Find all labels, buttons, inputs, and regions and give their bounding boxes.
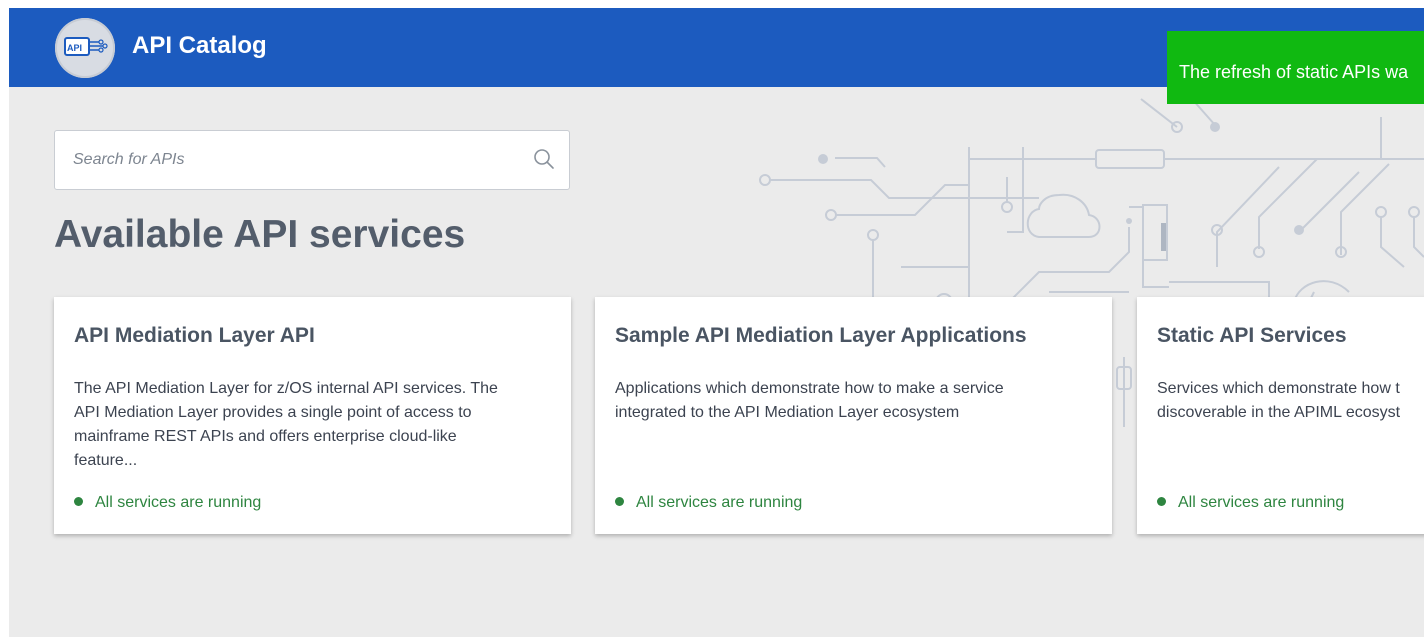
page-title: Available API services (54, 213, 466, 256)
service-card-api-mediation-layer[interactable]: API Mediation Layer API The API Mediatio… (54, 297, 571, 534)
search-icon[interactable] (533, 148, 555, 170)
status-dot-icon (615, 497, 624, 506)
status-text: All services are running (1178, 494, 1345, 511)
card-description-line: integrated to the API Mediation Layer ec… (615, 404, 960, 421)
card-description-line: feature... (74, 452, 138, 469)
card-description: Applications which demonstrate how to ma… (615, 377, 1090, 425)
card-title: API Mediation Layer API (74, 324, 315, 347)
service-card-static-api-services[interactable]: Static API Services Services which demon… (1137, 297, 1424, 534)
card-description-line: discoverable in the APIML ecosyst (1157, 404, 1401, 421)
service-status: All services are running (1157, 494, 1344, 512)
notification-toast: The refresh of static APIs wa (1167, 31, 1424, 104)
status-text: All services are running (636, 494, 803, 511)
service-status: All services are running (615, 494, 802, 512)
status-text: All services are running (95, 494, 262, 511)
search-box (54, 130, 570, 190)
service-status: All services are running (74, 494, 261, 512)
card-title: Sample API Mediation Layer Applications (615, 324, 1027, 347)
card-description-line: API Mediation Layer provides a single po… (74, 404, 472, 421)
card-description: The API Mediation Layer for z/OS interna… (74, 377, 549, 473)
card-description-line: mainframe REST APIs and offers enterpris… (74, 428, 457, 445)
card-description-line: The API Mediation Layer for z/OS interna… (74, 380, 498, 397)
status-dot-icon (1157, 497, 1166, 506)
card-description: Services which demonstrate how t discove… (1157, 377, 1424, 425)
status-dot-icon (74, 497, 83, 506)
card-description-line: Services which demonstrate how t (1157, 380, 1400, 397)
search-input[interactable] (55, 131, 515, 189)
card-title: Static API Services (1157, 324, 1347, 347)
app-title[interactable]: API Catalog (132, 32, 267, 60)
api-catalog-logo-icon[interactable]: API (55, 18, 115, 78)
logo-graphic: API (64, 37, 108, 56)
card-description-line: Applications which demonstrate how to ma… (615, 380, 1004, 397)
service-card-sample-applications[interactable]: Sample API Mediation Layer Applications … (595, 297, 1112, 534)
app-frame: API API Catalog The refresh of static AP… (9, 8, 1424, 637)
svg-text:API: API (67, 43, 82, 53)
